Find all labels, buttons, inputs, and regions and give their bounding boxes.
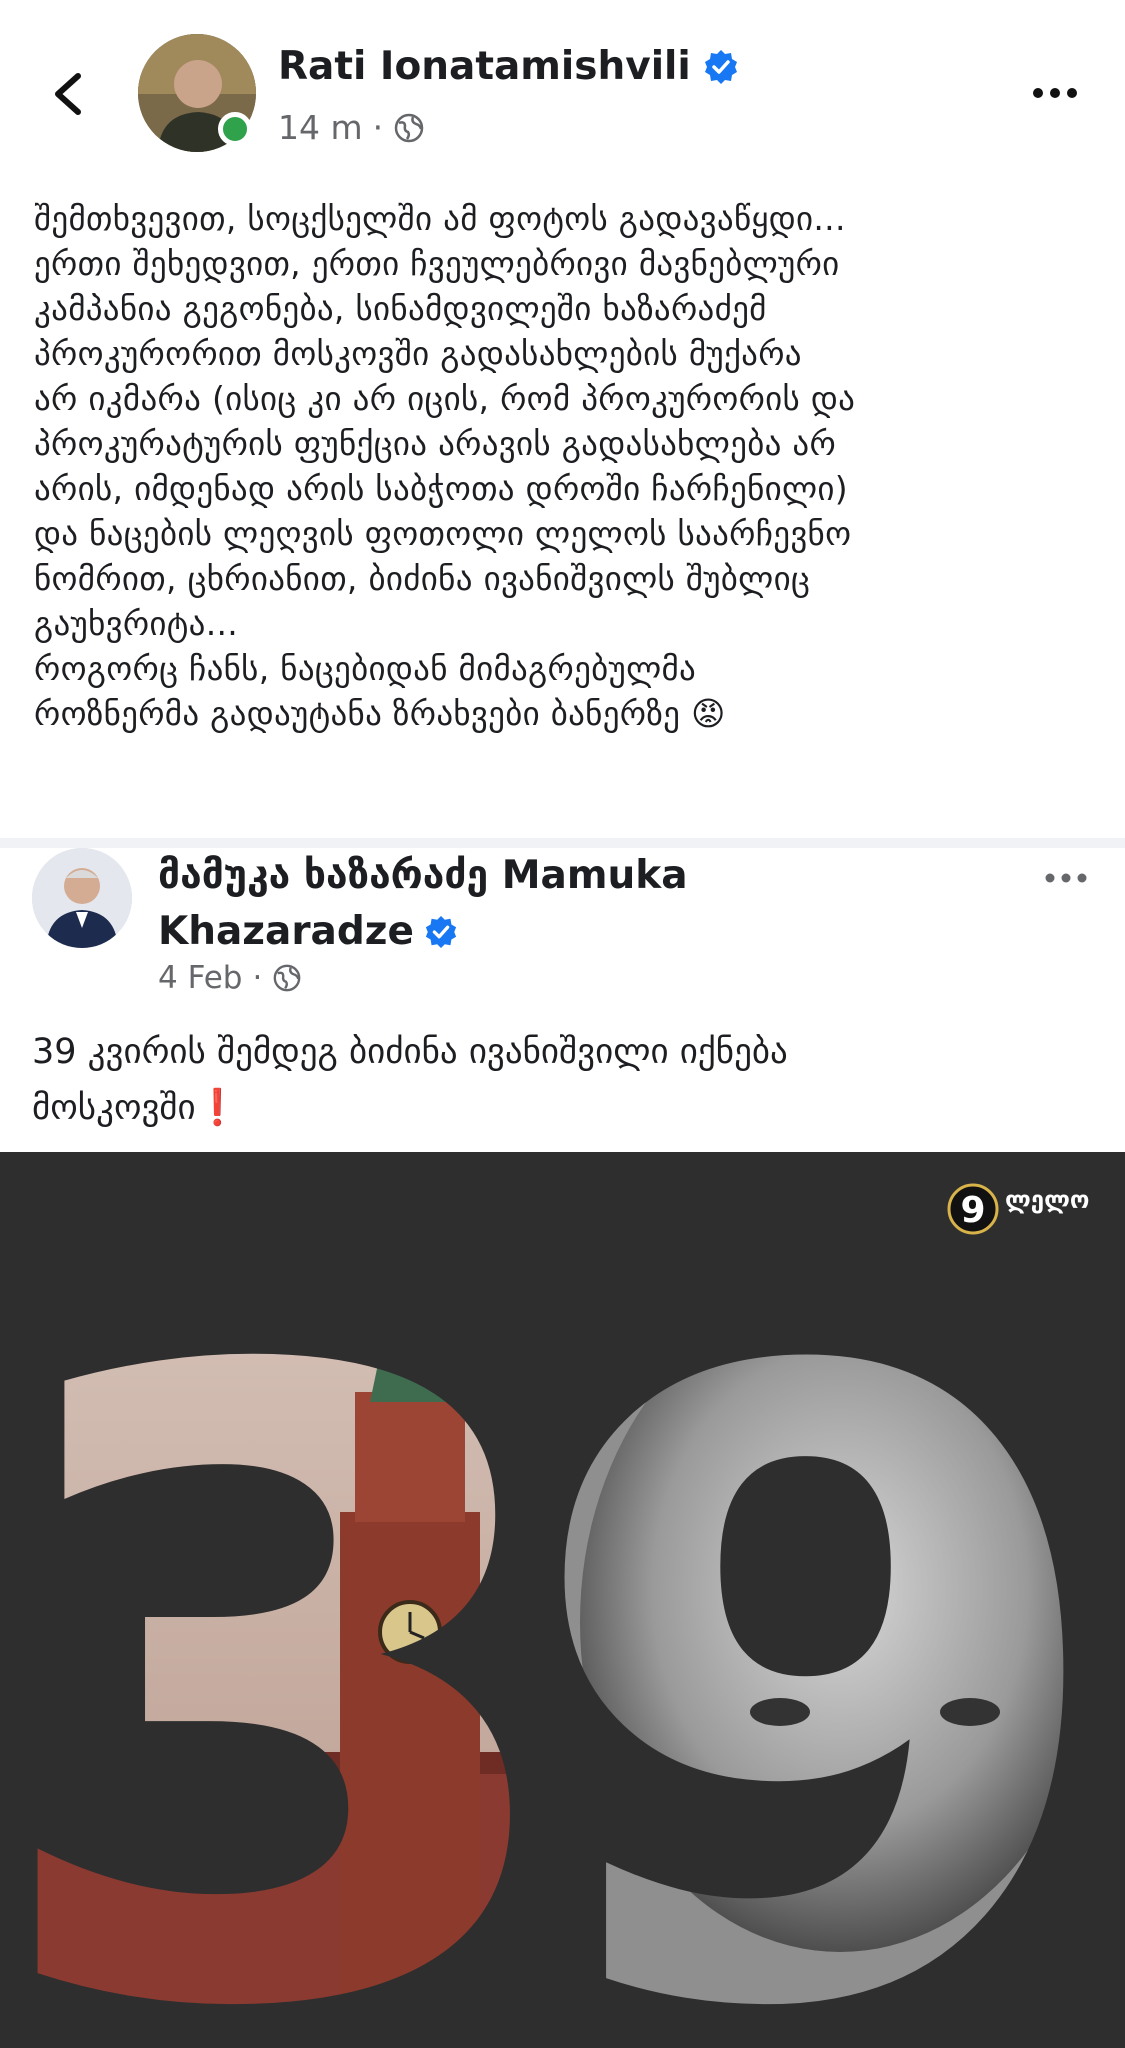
online-status-dot	[218, 112, 252, 146]
logo-text: ლელო	[1005, 1186, 1089, 1214]
shared-author-latin: Khazaradze	[158, 909, 414, 954]
post-header: Rati Ionatamishvili 14 m ·	[0, 0, 1125, 180]
shared-text-line2: მოსკოვში❗	[32, 1080, 1092, 1136]
verified-badge-icon	[425, 915, 457, 949]
post-text-line: როგორც ჩანს, ნაცებიდან მიმაგრებულმა	[34, 649, 697, 688]
meta-separator: ·	[252, 960, 263, 996]
logo-number: 9	[960, 1190, 985, 1231]
verified-badge-icon	[704, 49, 737, 84]
shared-text-line1: 39 კვირის შემდეგ ბიძინა ივანიშვილი იქნებ…	[32, 1032, 788, 1072]
shared-author-avatar[interactable]	[32, 848, 132, 948]
author-name[interactable]: Rati Ionatamishvili	[278, 44, 691, 89]
portrait-illustration	[520, 1194, 1119, 2048]
more-options-icon[interactable]	[1030, 78, 1080, 108]
banner-artwork: 3 9 9 ლელ	[0, 1152, 1125, 2048]
post-text-line: ერთი შეხედვით, ერთი ჩვეულებრივი მავნებლუ…	[34, 244, 840, 283]
post-body: შემთხვევით, სოცქსელში ამ ფოტოს გადავაწყდ…	[34, 196, 1094, 736]
post-text-line: და ნაცების ლეღვის ფოთოლი ლელოს საარჩევნო	[34, 514, 852, 553]
shared-post-meta: 4 Feb ·	[158, 960, 302, 996]
post-text-line: გაუხვრიტა...	[34, 604, 239, 643]
post-time[interactable]: 14 m	[278, 108, 363, 147]
shared-author-name-line1: მამუკა ხაზარაძე Mamuka	[158, 853, 688, 898]
post-text-line: როზნერმა გადაუტანა ზრახვები ბანერზე	[34, 694, 681, 733]
kremlin-tower-illustration	[0, 1194, 579, 2048]
back-chevron-icon[interactable]	[40, 64, 100, 124]
shared-more-options-icon[interactable]	[1042, 866, 1090, 890]
campaign-banner-image[interactable]: 3 9 9 ლელ	[0, 1152, 1125, 2048]
meta-separator: ·	[372, 108, 384, 147]
post-text-line: პროკურორით მოსკოვში გადასახლების მუქარა	[34, 334, 802, 373]
post-text-line: შემთხვევით, სოცქსელში ამ ფოტოს გადავაწყდ…	[34, 199, 846, 238]
shared-author-name[interactable]: მამუკა ხაზარაძე Mamuka Khazaradze	[158, 848, 978, 960]
post-text-line: კამპანია გეგონება, სინამდვილეში ხაზარაძე…	[34, 289, 767, 328]
globe-icon	[394, 113, 424, 142]
exclamation-emoji: ❗	[195, 1088, 240, 1128]
post-text-line: ნომრით, ცხრიანით, ბიძინა ივანიშვილს შუბლ…	[34, 559, 811, 598]
shared-post-date[interactable]: 4 Feb	[158, 960, 242, 996]
author-name-row: Rati Ionatamishvili	[278, 44, 739, 89]
angry-emoji: 😡	[691, 694, 726, 733]
shared-text-word: მოსკოვში	[32, 1088, 196, 1128]
post-text-line: პროკურატურის ფუნქცია არავის გადასახლება …	[34, 424, 837, 463]
shared-post-text: 39 კვირის შემდეგ ბიძინა ივანიშვილი იქნებ…	[32, 1024, 1092, 1136]
post-text-line: არის, იმდენად არის საბჭოთა დროში ჩარჩენი…	[34, 469, 848, 508]
post-text-line-last: როზნერმა გადაუტანა ზრახვები ბანერზე 😡	[34, 691, 1094, 736]
shared-author-name-line2: Khazaradze	[158, 904, 978, 960]
post-text-line: არ იკმარა (ისიც კი არ იცის, რომ პროკურორ…	[34, 379, 856, 418]
post-meta: 14 m ·	[278, 108, 425, 147]
globe-icon	[273, 964, 301, 992]
shared-post-divider	[0, 838, 1125, 848]
